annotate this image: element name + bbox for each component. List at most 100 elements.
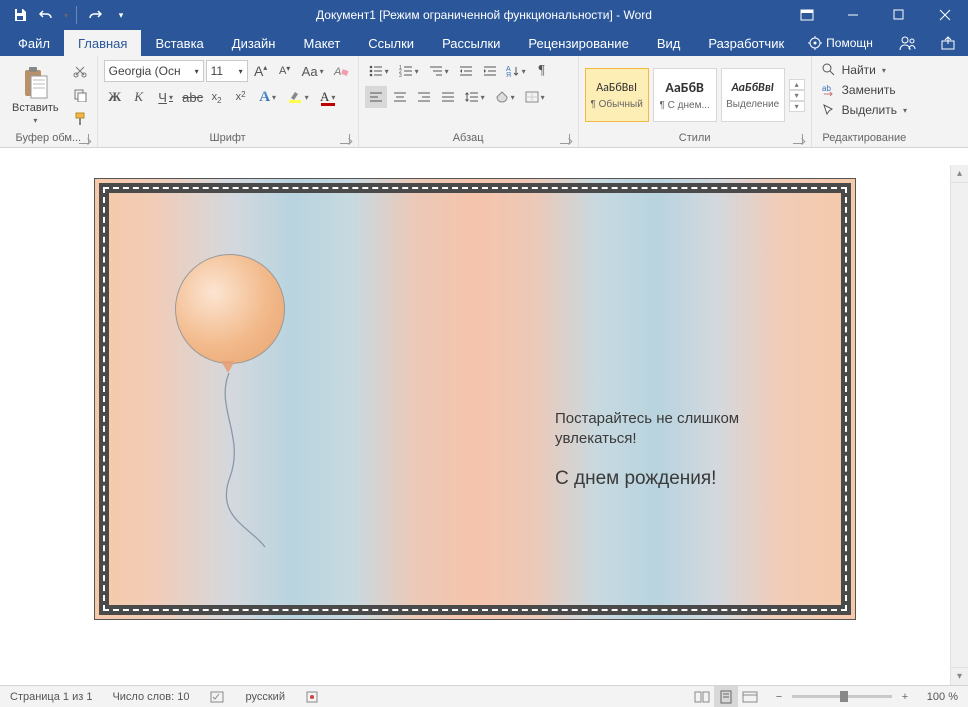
tab-home[interactable]: Главная bbox=[64, 30, 141, 56]
undo-dropdown[interactable] bbox=[60, 3, 70, 27]
title-bar: ▾ Документ1 [Режим ограниченной функцион… bbox=[0, 0, 968, 30]
print-layout-button[interactable] bbox=[714, 686, 738, 707]
tagline-text[interactable]: Постарайтесь не слишком увлекаться! bbox=[555, 409, 805, 450]
tell-me-button[interactable]: Помощн bbox=[798, 30, 883, 56]
select-button[interactable]: Выделить▾ bbox=[818, 100, 911, 120]
balloon-string bbox=[175, 367, 275, 557]
styles-launcher[interactable] bbox=[793, 134, 803, 144]
align-left-button[interactable] bbox=[365, 86, 387, 108]
grow-font-button[interactable]: A▴ bbox=[250, 60, 272, 82]
font-color-button[interactable]: A bbox=[314, 86, 342, 108]
word-count[interactable]: Число слов: 10 bbox=[102, 686, 199, 707]
minimize-button[interactable] bbox=[830, 0, 876, 30]
style-birthday[interactable]: АаБбВ ¶ С днем... bbox=[653, 68, 717, 122]
style-normal[interactable]: АаБбВвІ ¶ Обычный bbox=[585, 68, 649, 122]
balloon-shape[interactable] bbox=[175, 254, 285, 364]
text-effects-button[interactable]: A bbox=[254, 86, 282, 108]
maximize-button[interactable] bbox=[876, 0, 922, 30]
share-button[interactable] bbox=[928, 30, 968, 56]
highlight-button[interactable] bbox=[284, 86, 312, 108]
account-button[interactable] bbox=[888, 30, 928, 56]
find-button[interactable]: Найти▾ bbox=[818, 60, 890, 80]
zoom-in-button[interactable]: + bbox=[898, 691, 912, 703]
tab-design[interactable]: Дизайн bbox=[218, 30, 290, 56]
bold-button[interactable]: Ж bbox=[104, 86, 126, 108]
font-size-combo[interactable]: 11▾ bbox=[206, 60, 248, 82]
show-marks-button[interactable]: ¶ bbox=[531, 60, 553, 82]
subscript-button[interactable]: x2 bbox=[206, 86, 228, 108]
superscript-button[interactable]: x2 bbox=[230, 86, 252, 108]
card-text[interactable]: Постарайтесь не слишком увлекаться! С дн… bbox=[555, 409, 805, 490]
decrease-indent-button[interactable] bbox=[455, 60, 477, 82]
scroll-up-button[interactable]: ▴ bbox=[951, 165, 968, 183]
headline-text[interactable]: С днем рождения! bbox=[555, 468, 805, 490]
strike-button[interactable]: abc bbox=[182, 86, 204, 108]
svg-text:A: A bbox=[333, 66, 341, 78]
style-emphasis[interactable]: АаБбВвІ Выделение bbox=[721, 68, 785, 122]
replace-button[interactable]: ab Заменить bbox=[818, 80, 900, 100]
line-spacing-button[interactable] bbox=[461, 86, 489, 108]
justify-button[interactable] bbox=[437, 86, 459, 108]
italic-button[interactable]: К bbox=[128, 86, 150, 108]
close-button[interactable] bbox=[922, 0, 968, 30]
undo-button[interactable] bbox=[34, 3, 58, 27]
group-paragraph: 123 AЯ ¶ Абзац bbox=[359, 56, 579, 147]
save-button[interactable] bbox=[8, 3, 32, 27]
clipboard-launcher[interactable] bbox=[79, 134, 89, 144]
multilevel-list-button[interactable] bbox=[425, 60, 453, 82]
font-name-combo[interactable]: Georgia (Осн▾ bbox=[104, 60, 204, 82]
spell-check-button[interactable] bbox=[200, 686, 236, 707]
qat-customize-button[interactable]: ▾ bbox=[109, 3, 133, 27]
tab-review[interactable]: Рецензирование bbox=[514, 30, 642, 56]
quick-access-toolbar: ▾ bbox=[0, 3, 141, 27]
redo-button[interactable] bbox=[83, 3, 107, 27]
sort-button[interactable]: AЯ bbox=[503, 60, 529, 82]
underline-button[interactable]: Ч bbox=[152, 86, 180, 108]
copy-button[interactable] bbox=[69, 84, 91, 106]
borders-button[interactable] bbox=[521, 86, 549, 108]
ribbon: Вставить ▾ Буфер обм... Georgia (Осн▾ 11… bbox=[0, 56, 968, 148]
paste-button[interactable]: Вставить ▾ bbox=[6, 64, 65, 127]
tab-mailings[interactable]: Рассылки bbox=[428, 30, 514, 56]
zoom-out-button[interactable]: − bbox=[772, 691, 786, 703]
tab-references[interactable]: Ссылки bbox=[354, 30, 428, 56]
font-launcher[interactable] bbox=[340, 134, 350, 144]
bullets-button[interactable] bbox=[365, 60, 393, 82]
page-indicator[interactable]: Страница 1 из 1 bbox=[0, 686, 102, 707]
svg-text:ab: ab bbox=[822, 84, 831, 93]
align-center-button[interactable] bbox=[389, 86, 411, 108]
para-launcher[interactable] bbox=[560, 134, 570, 144]
styles-more[interactable]: ▴▾▾ bbox=[789, 79, 805, 112]
document-canvas[interactable]: Постарайтесь не слишком увлекаться! С дн… bbox=[0, 165, 950, 685]
change-case-button[interactable]: Aa bbox=[298, 60, 328, 82]
web-layout-button[interactable] bbox=[738, 686, 762, 707]
tab-file[interactable]: Файл bbox=[4, 30, 64, 56]
ribbon-display-options-button[interactable] bbox=[784, 0, 830, 30]
vertical-scrollbar[interactable]: ▴ ▾ bbox=[950, 165, 968, 685]
macro-button[interactable] bbox=[295, 686, 329, 707]
group-font: Georgia (Осн▾ 11▾ A▴ A▾ Aa A Ж К Ч abc x… bbox=[98, 56, 359, 147]
shading-button[interactable] bbox=[491, 86, 519, 108]
svg-text:Я: Я bbox=[506, 72, 511, 77]
read-mode-button[interactable] bbox=[690, 686, 714, 707]
tab-view[interactable]: Вид bbox=[643, 30, 695, 56]
clear-formatting-button[interactable]: A bbox=[330, 60, 352, 82]
tab-insert[interactable]: Вставка bbox=[141, 30, 217, 56]
shrink-font-button[interactable]: A▾ bbox=[274, 60, 296, 82]
zoom-level[interactable]: 100 % bbox=[918, 691, 958, 703]
page[interactable]: Постарайтесь не слишком увлекаться! С дн… bbox=[95, 179, 855, 619]
group-styles: АаБбВвІ ¶ Обычный АаБбВ ¶ С днем... АаБб… bbox=[579, 56, 812, 147]
format-painter-button[interactable] bbox=[69, 108, 91, 130]
align-right-button[interactable] bbox=[413, 86, 435, 108]
group-clipboard: Вставить ▾ Буфер обм... bbox=[0, 56, 98, 147]
scroll-down-button[interactable]: ▾ bbox=[951, 667, 968, 685]
tab-developer[interactable]: Разработчик bbox=[694, 30, 798, 56]
ribbon-tabs: Файл Главная Вставка Дизайн Макет Ссылки… bbox=[0, 30, 968, 56]
language-indicator[interactable]: русский bbox=[236, 686, 295, 707]
svg-text:3: 3 bbox=[399, 73, 402, 77]
increase-indent-button[interactable] bbox=[479, 60, 501, 82]
numbering-button[interactable]: 123 bbox=[395, 60, 423, 82]
tab-layout[interactable]: Макет bbox=[289, 30, 354, 56]
cut-button[interactable] bbox=[69, 60, 91, 82]
zoom-slider[interactable] bbox=[792, 695, 892, 698]
